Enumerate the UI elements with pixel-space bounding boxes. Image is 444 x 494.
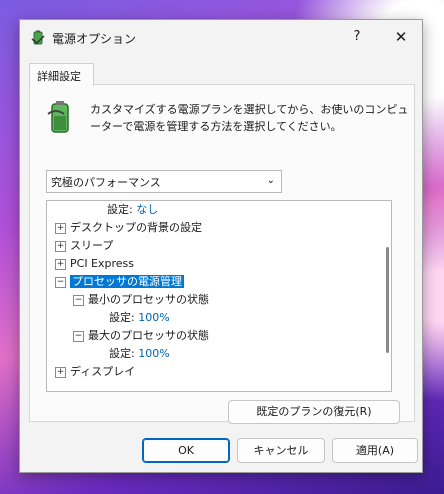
chevron-down-icon: ⌄ — [266, 175, 275, 186]
settings-tree[interactable]: 設定: なし + デスクトップの背景の設定 + スリープ + PCI Express … — [46, 200, 392, 392]
tab-advanced-settings[interactable]: 詳細設定 — [29, 63, 94, 86]
tree-item-max-processor-state[interactable]: − 最大のプロセッサの状態 — [73, 327, 209, 345]
window-title: 電源オプション — [52, 32, 137, 46]
setting-value[interactable]: 100% — [138, 347, 169, 360]
tree-item-pci-express[interactable]: + PCI Express — [55, 255, 134, 273]
expand-icon[interactable]: + — [55, 366, 66, 378]
tree-item-label: デスクトップの背景の設定 — [70, 221, 202, 234]
scrollbar[interactable] — [386, 247, 389, 353]
tree-item-label: 最大のプロセッサの状態 — [88, 329, 209, 342]
tree-setting-row[interactable]: 設定: 100% — [109, 309, 170, 327]
help-button[interactable]: ? — [346, 26, 368, 48]
collapse-icon[interactable]: − — [55, 276, 66, 288]
tree-setting-row[interactable]: 設定: 100% — [109, 345, 170, 363]
setting-value[interactable]: 100% — [138, 311, 169, 324]
tree-item-sleep[interactable]: + スリープ — [55, 237, 113, 255]
tree-item-label: PCI Express — [70, 257, 135, 270]
battery-icon — [47, 101, 69, 133]
tree-item-min-processor-state[interactable]: − 最小のプロセッサの状態 — [73, 291, 209, 309]
tree-item-processor-power[interactable]: − プロセッサの電源管理 — [55, 273, 184, 291]
apply-button[interactable]: 適用(A) — [332, 438, 418, 463]
tab-label: 詳細設定 — [37, 70, 81, 83]
tree-setting-row[interactable]: 設定: なし — [107, 201, 158, 219]
selected-plan: 究極のパフォーマンス — [51, 176, 161, 189]
tree-item-desktop-background[interactable]: + デスクトップの背景の設定 — [55, 219, 202, 237]
tree-item-label: スリープ — [70, 239, 114, 252]
power-options-icon — [31, 30, 45, 45]
power-options-dialog: 電源オプション ? ✕ 詳細設定 カスタマイズする電源プランを選択してから、お使… — [19, 19, 423, 473]
setting-label: 設定: — [107, 203, 133, 216]
tree-item-display[interactable]: + ディスプレイ — [55, 363, 135, 381]
expand-icon[interactable]: + — [55, 240, 66, 252]
collapse-icon[interactable]: − — [73, 294, 84, 306]
title-bar: 電源オプション ? ✕ — [20, 20, 422, 56]
expand-icon[interactable]: + — [55, 258, 66, 270]
tree-item-label: 最小のプロセッサの状態 — [88, 293, 209, 306]
tree-item-label: プロセッサの電源管理 — [70, 275, 184, 288]
power-plan-dropdown[interactable]: 究極のパフォーマンス ⌄ — [46, 170, 282, 193]
setting-label: 設定: — [109, 347, 135, 360]
setting-value[interactable]: なし — [136, 203, 158, 216]
cancel-button[interactable]: キャンセル — [237, 438, 325, 463]
description-text: カスタマイズする電源プランを選択してから、お使いのコンピューターで電源を管理する… — [90, 103, 409, 133]
close-button[interactable]: ✕ — [390, 26, 412, 48]
tree-item-label: ディスプレイ — [70, 365, 136, 378]
expand-icon[interactable]: + — [55, 222, 66, 234]
collapse-icon[interactable]: − — [73, 330, 84, 342]
restore-defaults-button[interactable]: 既定のプランの復元(R) — [228, 400, 400, 424]
ok-button[interactable]: OK — [142, 438, 230, 463]
setting-label: 設定: — [109, 311, 135, 324]
